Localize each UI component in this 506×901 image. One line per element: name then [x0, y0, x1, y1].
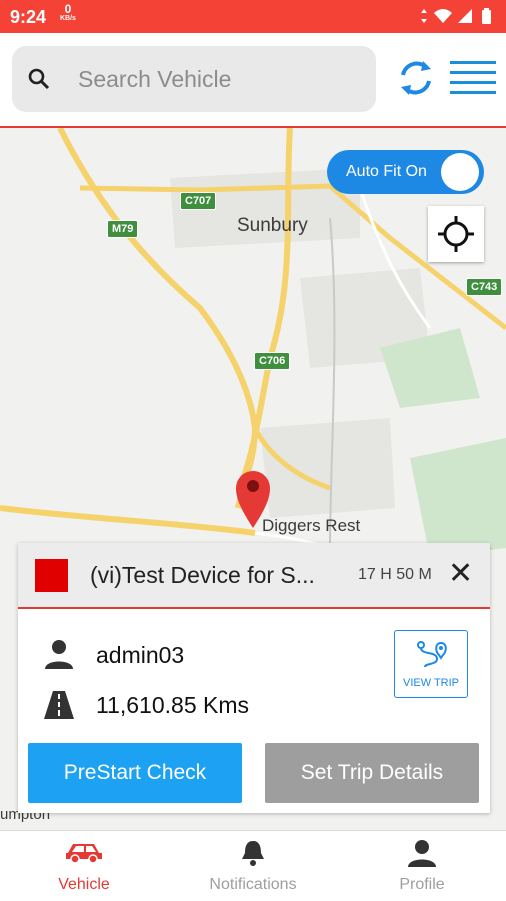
menu-icon-bar	[450, 91, 496, 94]
nav-notifications-label: Notifications	[209, 876, 297, 893]
view-trip-button[interactable]: VIEW TRIP	[394, 630, 468, 698]
driver-name: admin03	[96, 642, 185, 668]
search-icon	[28, 68, 50, 95]
menu-icon-bar	[450, 61, 496, 64]
road-badge-c743: C743	[466, 278, 503, 296]
trip-duration: 17 H 50 M	[358, 566, 432, 583]
map-label-sunbury: Sunbury	[237, 215, 308, 236]
close-icon[interactable]: ✕	[448, 559, 473, 589]
status-icons	[420, 7, 496, 30]
menu-icon-bar	[450, 71, 496, 74]
nav-notifications[interactable]: Notifications	[169, 831, 337, 901]
bottom-navigation: Vehicle Notifications Profile	[0, 830, 506, 901]
nav-profile-label: Profile	[399, 876, 445, 893]
profile-icon	[408, 840, 436, 867]
road-badge-m79: M79	[107, 220, 139, 238]
distance-value: 11,610.85 Kms	[96, 692, 250, 718]
nav-profile[interactable]: Profile	[338, 831, 506, 901]
bell-icon	[242, 841, 264, 866]
set-trip-details-button[interactable]: Set Trip Details	[265, 743, 479, 803]
search-placeholder: Search Vehicle	[78, 66, 232, 92]
refresh-icon	[401, 61, 431, 95]
auto-fit-label: Auto Fit On	[346, 163, 427, 180]
signal-icon	[458, 9, 472, 23]
prestart-check-button[interactable]: PreStart Check	[28, 743, 242, 803]
wifi-icon	[434, 9, 452, 23]
road-badge-c707: C707	[180, 192, 217, 210]
vehicle-info-panel: (vi)Test Device for S... 17 H 50 M ✕ adm…	[18, 543, 490, 813]
map-label-diggers-rest: Diggers Rest	[262, 516, 361, 535]
data-arrows-icon	[421, 9, 427, 23]
locate-button[interactable]	[428, 206, 484, 262]
view-trip-label: VIEW TRIP	[402, 677, 460, 689]
search-input[interactable]: Search Vehicle	[12, 46, 376, 112]
app-header: Search Vehicle	[0, 33, 506, 128]
menu-button[interactable]	[450, 61, 496, 97]
network-speed: 0 KB/s	[60, 3, 76, 24]
status-time: 9:24	[10, 7, 47, 27]
device-name: (vi)Test Device for S...	[90, 562, 315, 588]
battery-icon	[482, 8, 491, 24]
auto-fit-toggle[interactable]: Auto Fit On	[327, 150, 484, 194]
nav-vehicle[interactable]: Vehicle	[0, 831, 168, 901]
crosshair-icon	[438, 216, 474, 252]
route-icon	[417, 641, 447, 668]
refresh-button[interactable]	[396, 55, 436, 106]
panel-header: (vi)Test Device for S... 17 H 50 M ✕	[18, 543, 490, 609]
menu-icon-bar	[450, 81, 496, 84]
nav-vehicle-label: Vehicle	[58, 876, 110, 893]
road-badge-c706: C706	[254, 352, 291, 370]
status-bar: 9:24 0 KB/s	[0, 0, 506, 33]
toggle-knob	[441, 153, 479, 191]
road-icon	[44, 691, 74, 724]
network-speed-unit: KB/s	[60, 15, 76, 22]
vehicle-status-indicator	[35, 559, 68, 592]
user-icon	[44, 639, 74, 674]
car-icon	[66, 844, 102, 863]
